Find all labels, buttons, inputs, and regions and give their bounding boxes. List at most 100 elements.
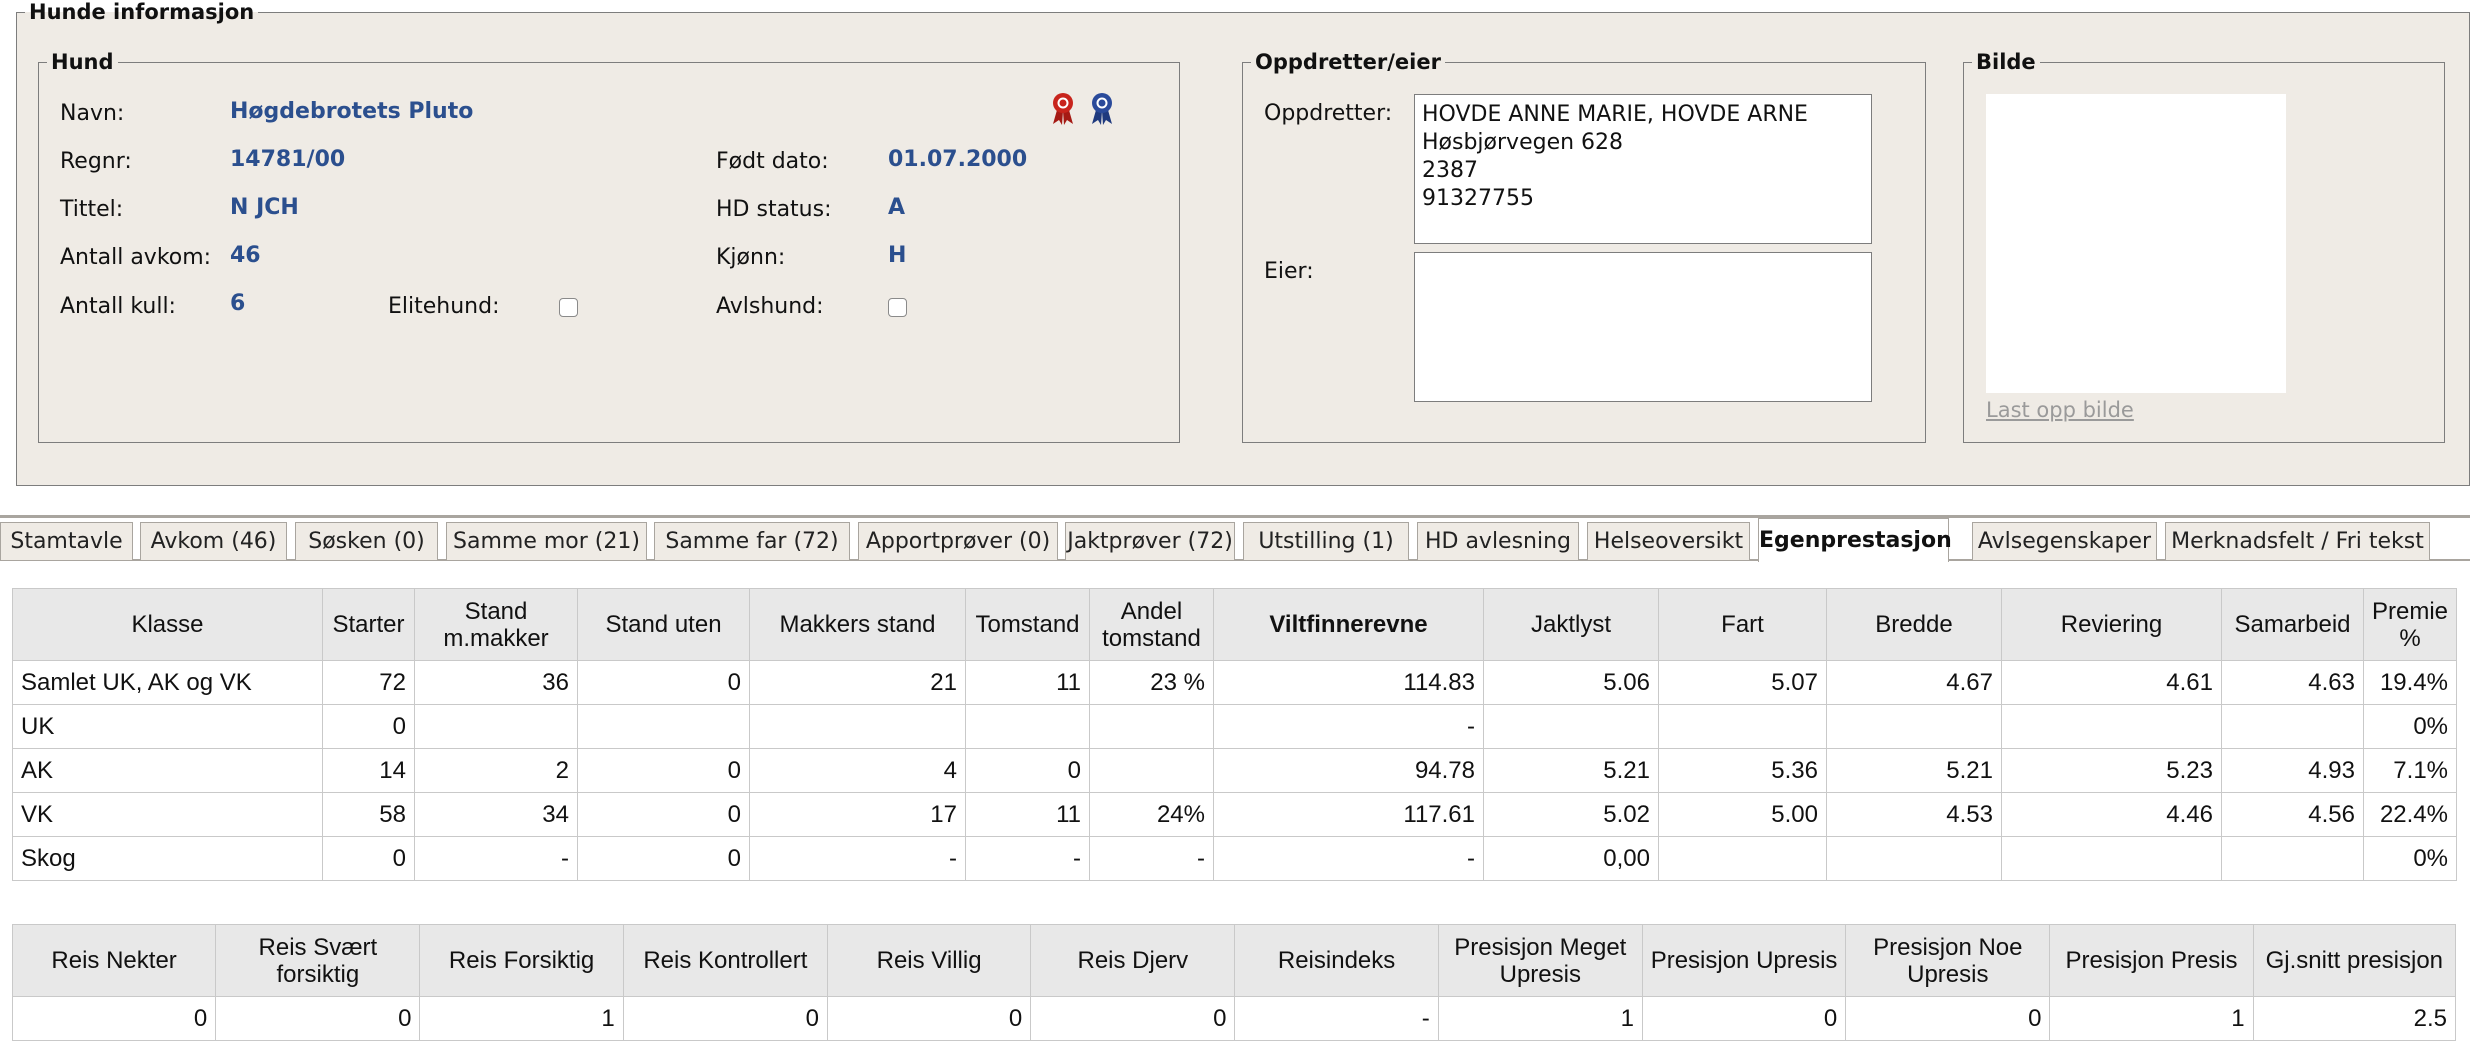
table-cell: 4.53 xyxy=(1826,792,2002,837)
table-cell: 0 xyxy=(577,792,750,837)
oppdretter-label: Oppdretter: xyxy=(1264,101,1393,126)
table-cell: - xyxy=(1213,704,1484,749)
table-cell: 5.07 xyxy=(1658,660,1827,705)
elitehund-label: Elitehund: xyxy=(388,294,500,319)
table-cell xyxy=(965,704,1090,749)
table-cell: - xyxy=(749,836,966,881)
red-ribbon-icon xyxy=(1053,93,1073,125)
table-cell xyxy=(749,704,966,749)
tab-sosken[interactable]: Søsken (0) xyxy=(295,522,438,560)
table-cell: 23 % xyxy=(1089,660,1214,705)
table-cell: 5.36 xyxy=(1658,748,1827,793)
column-header: Presisjon Upresis xyxy=(1641,924,1847,997)
table-cell: 5.21 xyxy=(1483,748,1659,793)
regnr-label: Regnr: xyxy=(60,149,132,174)
elitehund-checkbox[interactable] xyxy=(559,298,578,317)
tab-samme-mor[interactable]: Samme mor (21) xyxy=(446,522,647,560)
table-cell xyxy=(2001,836,2222,881)
table-cell xyxy=(1658,704,1827,749)
table-cell: 94.78 xyxy=(1213,748,1484,793)
antall-avkom-value: 46 xyxy=(230,243,261,268)
table-cell: 19.4% xyxy=(2363,660,2457,705)
table-cell: 0 xyxy=(622,996,828,1041)
table-cell: - xyxy=(1213,836,1484,881)
column-header: Premie % xyxy=(2363,588,2457,661)
column-header: Gj.snitt presisjon xyxy=(2252,924,2457,997)
oppdretter-textarea[interactable]: HOVDE ANNE MARIE, HOVDE ARNE Høsbjørvege… xyxy=(1414,94,1872,244)
avlshund-label: Avlshund: xyxy=(716,294,824,319)
table-cell: 2 xyxy=(414,748,578,793)
column-header: Jaktlyst xyxy=(1483,588,1659,661)
table-cell: 22.4% xyxy=(2363,792,2457,837)
navn-label: Navn: xyxy=(60,101,125,126)
table-cell: 0% xyxy=(2363,704,2457,749)
tab-egenprestasjon[interactable]: Egenprestasjon xyxy=(1758,518,1952,562)
table-cell: 0% xyxy=(2363,836,2457,881)
column-header: Stand m.makker xyxy=(414,588,578,661)
hund-legend: Hund xyxy=(51,50,114,74)
tab-hd-avlesning[interactable]: HD avlesning xyxy=(1417,522,1579,560)
oppdretter-eier-legend: Oppdretter/eier xyxy=(1255,50,1441,74)
table-cell: 0 xyxy=(322,836,415,881)
table-cell: 0 xyxy=(1845,996,2051,1041)
table-row: 0 0 1 0 0 0 - 1 0 0 1 2.5 xyxy=(11,996,2457,1041)
tab-jaktprover[interactable]: Jaktprøver (72) xyxy=(1065,522,1235,560)
eier-label: Eier: xyxy=(1264,259,1314,284)
column-header: Reis Djerv xyxy=(1030,924,1236,997)
table-cell: 21 xyxy=(749,660,966,705)
table-cell: 0 xyxy=(11,996,217,1041)
tab-samme-far[interactable]: Samme far (72) xyxy=(654,522,850,560)
column-header: Klasse xyxy=(12,588,323,661)
table-cell: 0 xyxy=(1030,996,1236,1041)
antall-kull-value: 6 xyxy=(230,291,246,316)
oppdretter-line: HOVDE ANNE MARIE, HOVDE ARNE xyxy=(1422,102,1808,127)
table-row: UK 0 - 0% xyxy=(12,704,2457,749)
table-cell: 1 xyxy=(419,996,624,1041)
egenprestasjon-table: Klasse Starter Stand m.makker Stand uten… xyxy=(12,588,2457,881)
table-cell xyxy=(1089,748,1214,793)
table-cell xyxy=(414,704,578,749)
navn-value: Høgdebrotets Pluto xyxy=(230,99,474,124)
table-cell: 5.23 xyxy=(2001,748,2222,793)
egenprestasjon-header-row: Klasse Starter Stand m.makker Stand uten… xyxy=(12,588,2457,661)
tab-utstilling[interactable]: Utstilling (1) xyxy=(1243,522,1409,560)
table-cell: 4.93 xyxy=(2221,748,2364,793)
column-header: Bredde xyxy=(1826,588,2002,661)
oppdretter-line: Høsbjørvegen 628 xyxy=(1422,130,1624,155)
tab-apportprover[interactable]: Apportprøver (0) xyxy=(858,522,1058,560)
table-cell: 5.06 xyxy=(1483,660,1659,705)
tab-stamtavle[interactable]: Stamtavle xyxy=(0,522,133,560)
table-cell: 11 xyxy=(965,792,1090,837)
table-cell xyxy=(1826,704,2002,749)
reis-header-row: Reis Nekter Reis Svært forsiktig Reis Fo… xyxy=(11,924,2457,997)
table-cell: - xyxy=(414,836,578,881)
table-cell xyxy=(2221,704,2364,749)
fodt-dato-label: Født dato: xyxy=(716,149,829,174)
table-cell: 0 xyxy=(577,836,750,881)
tab-merknadsfelt[interactable]: Merknadsfelt / Fri tekst xyxy=(2165,522,2430,560)
tab-helseoversikt[interactable]: Helseoversikt xyxy=(1587,522,1750,560)
table-cell: 4.63 xyxy=(2221,660,2364,705)
kjonn-label: Kjønn: xyxy=(716,245,786,270)
column-header: Presisjon Meget Upresis xyxy=(1437,924,1643,997)
column-header: Reis Villig xyxy=(826,924,1032,997)
column-header: Reis Kontrollert xyxy=(622,924,828,997)
upload-image-link[interactable]: Last opp bilde xyxy=(1986,398,2134,422)
table-cell: 0 xyxy=(322,704,415,749)
avlshund-checkbox[interactable] xyxy=(888,298,907,317)
column-header: Stand uten xyxy=(577,588,750,661)
column-header: Samarbeid xyxy=(2221,588,2364,661)
column-header: Fart xyxy=(1658,588,1827,661)
table-row: Samlet UK, AK og VK 72 36 0 21 11 23 % 1… xyxy=(12,660,2457,705)
table-cell: 2.5 xyxy=(2252,996,2457,1041)
tab-avlsegenskaper[interactable]: Avlsegenskaper xyxy=(1972,522,2157,560)
tab-avkom[interactable]: Avkom (46) xyxy=(140,522,287,560)
eier-textarea[interactable] xyxy=(1414,252,1872,402)
table-cell: 24% xyxy=(1089,792,1214,837)
table-cell: AK xyxy=(12,748,323,793)
table-cell xyxy=(1826,836,2002,881)
table-cell: 34 xyxy=(414,792,578,837)
table-cell: 4.67 xyxy=(1826,660,2002,705)
table-cell: 5.00 xyxy=(1658,792,1827,837)
table-cell: 0 xyxy=(1641,996,1847,1041)
